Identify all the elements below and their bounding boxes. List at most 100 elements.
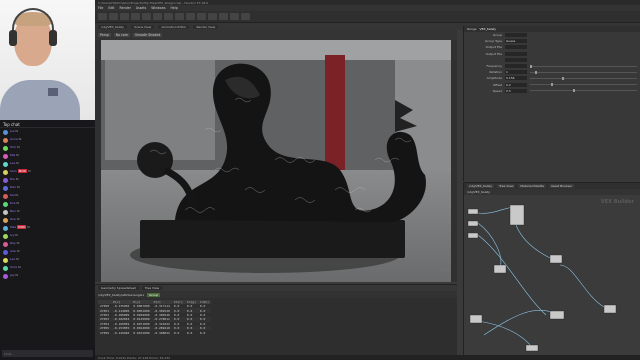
parameter-field[interactable] xyxy=(505,57,527,62)
node-graph[interactable] xyxy=(464,195,640,355)
slider-knob[interactable] xyxy=(572,89,575,93)
shelf-tool[interactable] xyxy=(241,13,250,20)
parameter-label: Group xyxy=(492,33,502,38)
shelf-tool[interactable] xyxy=(153,13,162,20)
parameter-slider[interactable] xyxy=(530,64,637,68)
parameter-field[interactable] xyxy=(505,51,527,56)
spreadsheet-node-path[interactable]: /obj/VEX_twisty/attribwrangle1 xyxy=(98,293,144,297)
menu-file[interactable]: File xyxy=(98,6,103,10)
spreadsheet-cell: 0.0145000 xyxy=(131,317,152,322)
parameter-field[interactable]: 0.5 xyxy=(505,88,527,93)
camera-menu[interactable]: Persp xyxy=(98,33,111,37)
shelf-tool[interactable] xyxy=(186,13,195,20)
menu-edit[interactable]: Edit xyxy=(108,6,114,10)
shelf-tool[interactable] xyxy=(98,13,107,20)
slider-knob[interactable] xyxy=(551,83,554,87)
chat-message: Leo hi xyxy=(0,256,95,264)
viewport-left-toolbar[interactable] xyxy=(95,40,101,282)
shelf-tool[interactable] xyxy=(230,13,239,20)
parameter-field[interactable] xyxy=(505,33,527,38)
slider-knob[interactable] xyxy=(530,64,532,68)
spreadsheet-row[interactable]: 27056 -0.129940 0.0101000 -0.308022 0.0 0.0 0.… xyxy=(98,330,211,335)
parameter-label: Output File xyxy=(485,45,502,50)
slider-knob[interactable] xyxy=(535,70,538,74)
camera-select[interactable]: No cam xyxy=(113,33,130,37)
shelf-tool[interactable] xyxy=(175,13,184,20)
parameter-field[interactable] xyxy=(505,64,527,69)
spreadsheet-cell: -0.102654 xyxy=(111,317,132,322)
network-editor[interactable]: /obj/VEX_twisty Tree View Material Palet… xyxy=(463,182,640,355)
parameter-field[interactable]: 0.156 xyxy=(505,76,527,81)
shelf-tool[interactable] xyxy=(142,13,151,20)
tab-material-palette[interactable]: Material Palette xyxy=(518,184,546,188)
network-path[interactable]: /obj/VEX_twisty xyxy=(467,190,490,194)
shelf-tool[interactable] xyxy=(164,13,173,20)
parameter-slider[interactable] xyxy=(530,83,637,87)
spreadsheet-cell: -0.317114 xyxy=(153,304,170,309)
parameter-label: Frequency xyxy=(486,64,503,69)
tab-path[interactable]: /obj/VEX_twisty xyxy=(98,24,128,29)
shelf-tool[interactable] xyxy=(208,13,217,20)
person-shirt xyxy=(0,80,80,120)
chat-message: Joe hi xyxy=(0,128,95,136)
spreadsheet-cell: 0.0012000 xyxy=(131,325,152,331)
chat-message: Ray hi xyxy=(0,240,95,248)
chat-message: Sam MOD hi xyxy=(0,168,95,176)
shelf-tool[interactable] xyxy=(197,13,206,20)
shading-mode[interactable]: Smooth Shaded xyxy=(132,33,163,37)
spreadsheet-cell: 0.0 xyxy=(173,330,180,335)
slider-knob[interactable] xyxy=(562,76,565,80)
parameter-slider[interactable] xyxy=(530,70,637,74)
chat-message: Anna hi xyxy=(0,136,95,144)
webcam-feed xyxy=(0,0,95,120)
tab-animation-editor[interactable]: Animation Editor xyxy=(158,24,190,29)
tab-render-view[interactable]: Render View xyxy=(193,24,219,29)
menu-help[interactable]: Help xyxy=(171,6,178,10)
chat-message: Lee hi xyxy=(0,160,95,168)
shelf-tool[interactable] xyxy=(120,13,129,20)
spreadsheet-cell: 0.0 xyxy=(199,330,206,335)
chat-input[interactable]: Chat... xyxy=(2,350,93,357)
parameter-slider[interactable] xyxy=(530,76,637,80)
menu-render[interactable]: Render xyxy=(120,6,131,10)
tab-geometry-spreadsheet[interactable]: Geometry Spreadsheet xyxy=(98,286,139,290)
geometry-spreadsheet: Geometry Spreadsheet Tree View /obj/VEX_… xyxy=(95,284,457,360)
shelf-tool[interactable] xyxy=(109,13,118,20)
chat-message: Mia hi xyxy=(0,152,95,160)
parameter-slider[interactable] xyxy=(530,89,637,93)
chat-message: Ada hi xyxy=(0,248,95,256)
parameter-field[interactable]: Guess xyxy=(505,39,527,44)
spreadsheet-group[interactable]: Group xyxy=(147,292,161,297)
tab-network[interactable]: /obj/VEX_twisty xyxy=(467,184,495,188)
viewport-right-toolbar[interactable] xyxy=(451,40,457,282)
chat-message: Dan hi xyxy=(0,184,95,192)
menu-windows[interactable]: Windows xyxy=(151,6,165,10)
scene-viewport[interactable]: Persp xyxy=(95,40,457,282)
tab-scene-view[interactable]: Scene View xyxy=(131,24,155,29)
node-name[interactable]: VEX_twisty xyxy=(480,27,496,31)
spreadsheet-cell: -0.135950 xyxy=(113,304,130,309)
spreadsheet-toolbar: /obj/VEX_twisty/attribwrangle1 Group xyxy=(95,291,457,298)
parameter-row: Speed 0.5 xyxy=(464,88,640,94)
shelf-tool[interactable] xyxy=(131,13,140,20)
menu-assets[interactable]: Assets xyxy=(136,6,146,10)
parameter-label: Amplitude xyxy=(486,76,502,81)
chat-message: Uma hi xyxy=(0,264,95,272)
spreadsheet-cell: -0.129940 xyxy=(113,330,130,335)
tab-tree-view[interactable]: Tree View xyxy=(141,286,163,290)
headphone-left xyxy=(9,30,17,46)
parameter-field[interactable]: 0.2 xyxy=(505,82,527,87)
parameter-field[interactable]: 1 xyxy=(505,70,527,75)
status-bar: Cook Time: 0.012s Points: 27,128 Prims: … xyxy=(95,355,640,360)
shelf-tool[interactable] xyxy=(219,13,228,20)
chat-title: Top chat xyxy=(0,120,95,128)
parameter-label: Offset xyxy=(492,82,502,87)
chat-message: Eve hi xyxy=(0,200,95,208)
chat-message: Tom hi xyxy=(0,144,95,152)
stream-chat: Top chat Joe hi Anna hi Tom hi Mia hi Le… xyxy=(0,120,95,360)
tab-asset-browser[interactable]: Asset Browser xyxy=(548,184,575,188)
shirt-logo xyxy=(48,88,58,96)
parameter-pane: Range VEX_twisty Group Group Type Guess Out… xyxy=(463,26,640,181)
tab-tree-view-net[interactable]: Tree View xyxy=(497,184,516,188)
parameter-field[interactable] xyxy=(505,45,527,50)
